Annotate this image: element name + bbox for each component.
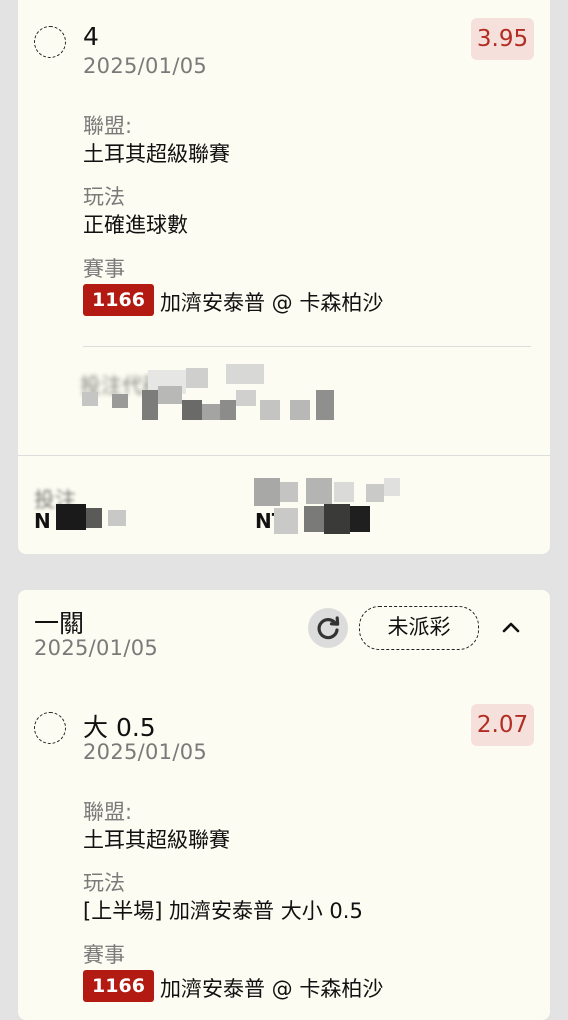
event-name: 加濟安泰普 @ 卡森柏沙 xyxy=(160,977,384,1001)
odds-badge: 2.07 xyxy=(471,704,534,746)
parlay-title: 一關 xyxy=(34,609,85,638)
status-badge: 未派彩 xyxy=(359,606,479,650)
event-label: 賽事 xyxy=(83,943,125,967)
selection-title: 大 0.5 xyxy=(83,713,156,742)
parlay-date: 2025/01/05 xyxy=(34,636,159,660)
play-value: 正確進球數 xyxy=(83,213,188,237)
event-label: 賽事 xyxy=(83,257,125,281)
refresh-icon xyxy=(317,616,340,640)
chevron-up-icon[interactable] xyxy=(499,616,523,640)
bet-date: 2025/01/05 xyxy=(83,54,208,78)
redacted-bet-code xyxy=(78,364,338,430)
event-number-badge: 1166 xyxy=(83,284,154,316)
parlay-card: 一關 2025/01/05 未派彩 大 0.5 2025/01/05 2.07 … xyxy=(18,590,550,1020)
league-value: 土耳其超級聯賽 xyxy=(83,142,230,166)
play-label: 玩法 xyxy=(83,185,125,209)
selection-title: 4 xyxy=(83,22,99,51)
bet-card: 4 2025/01/05 3.95 聯盟: 土耳其超級聯賽 玩法 正確進球數 賽… xyxy=(18,0,550,554)
odds-badge: 3.95 xyxy=(471,18,534,60)
refresh-button[interactable] xyxy=(308,608,348,648)
footer-left-value: N xyxy=(34,509,51,533)
play-label: 玩法 xyxy=(83,871,125,895)
redacted-footer-right xyxy=(254,478,414,544)
footer-divider xyxy=(18,455,550,456)
league-value: 土耳其超級聯賽 xyxy=(83,828,230,852)
divider xyxy=(83,346,531,347)
unchecked-circle-icon[interactable] xyxy=(34,712,66,744)
event-number-badge: 1166 xyxy=(83,970,154,1002)
league-label: 聯盟: xyxy=(83,800,133,824)
unchecked-circle-icon[interactable] xyxy=(34,26,66,58)
event-name: 加濟安泰普 @ 卡森柏沙 xyxy=(160,291,384,315)
bet-date: 2025/01/05 xyxy=(83,740,208,764)
play-value: [上半場] 加濟安泰普 大小 0.5 xyxy=(83,899,363,923)
redacted-footer-left xyxy=(52,502,132,532)
league-label: 聯盟: xyxy=(83,114,133,138)
